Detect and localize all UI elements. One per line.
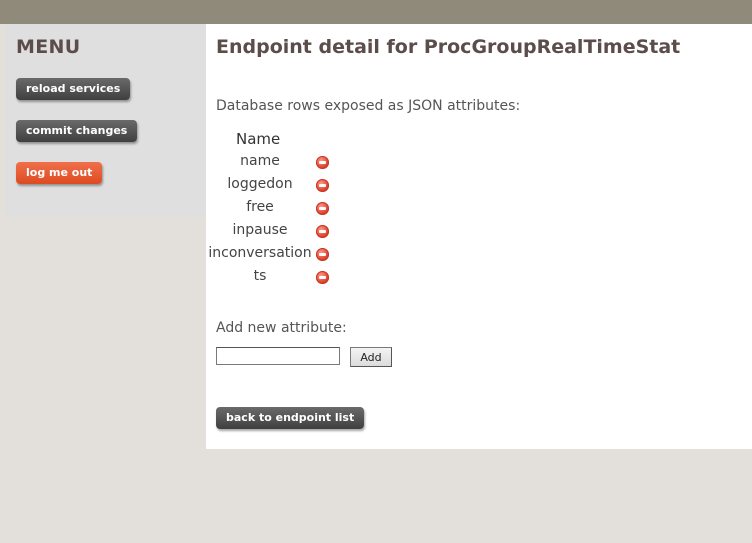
remove-icon[interactable]	[316, 271, 329, 284]
name-column-header: Name	[236, 130, 281, 148]
new-attribute-input[interactable]	[216, 347, 340, 365]
attribute-name: inconversation	[208, 245, 312, 261]
top-bar	[0, 0, 752, 24]
attribute-name: free	[246, 199, 274, 215]
reload-services-button[interactable]: reload services	[16, 78, 131, 100]
attribute-row: name	[208, 153, 334, 175]
main-panel: Endpoint detail for ProcGroupRealTimeSta…	[206, 24, 752, 449]
add-attribute-button[interactable]: Add	[350, 347, 392, 367]
sidebar: MENU reload services commit changes log …	[6, 24, 206, 216]
attribute-row: free	[208, 199, 334, 221]
page-title: Endpoint detail for ProcGroupRealTimeSta…	[216, 36, 681, 58]
attribute-row: inpause	[208, 222, 334, 244]
attribute-name: ts	[253, 268, 267, 284]
db-rows-label: Database rows exposed as JSON attributes…	[216, 98, 521, 114]
remove-icon[interactable]	[316, 179, 329, 192]
remove-icon[interactable]	[316, 202, 329, 215]
back-to-endpoint-list-button[interactable]: back to endpoint list	[216, 407, 365, 429]
attribute-row: inconversation	[208, 245, 334, 267]
commit-changes-button[interactable]: commit changes	[16, 120, 138, 142]
remove-icon[interactable]	[316, 248, 329, 261]
remove-icon[interactable]	[316, 225, 329, 238]
attribute-name: inpause	[232, 222, 288, 238]
menu-title: MENU	[16, 36, 81, 58]
remove-icon[interactable]	[316, 156, 329, 169]
add-attribute-label: Add new attribute:	[216, 320, 347, 336]
attribute-row: loggedon	[208, 176, 334, 198]
attribute-name: loggedon	[227, 176, 293, 192]
log-out-button[interactable]: log me out	[16, 162, 103, 184]
attribute-row: ts	[208, 268, 334, 290]
attribute-name: name	[240, 153, 280, 169]
